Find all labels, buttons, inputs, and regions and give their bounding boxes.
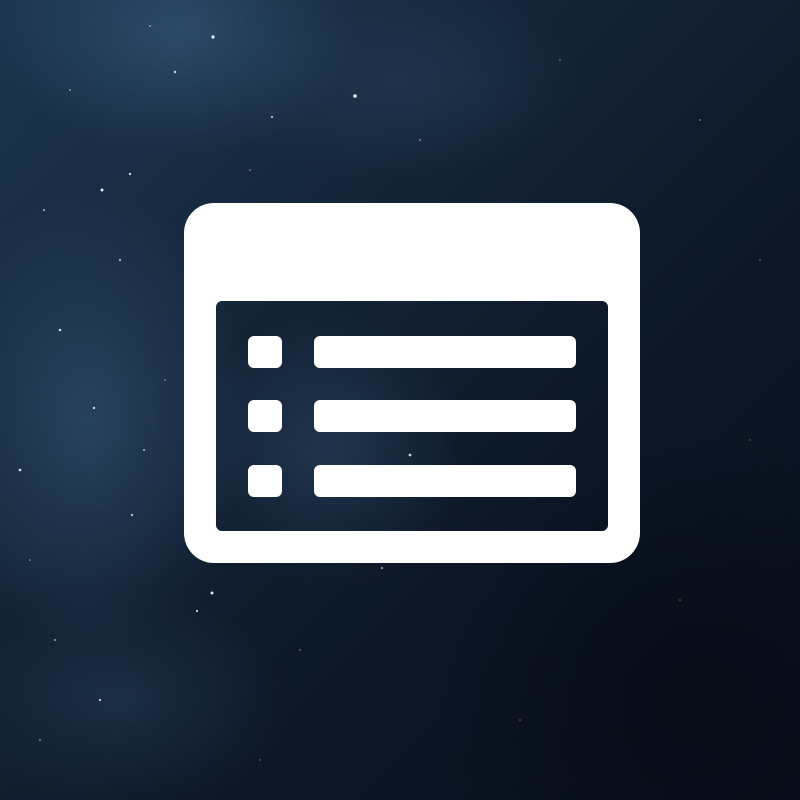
list-window-icon	[184, 203, 640, 563]
list-bullet	[248, 400, 282, 432]
list-rows	[248, 336, 576, 497]
window-frame	[184, 203, 640, 563]
list-line	[314, 400, 576, 432]
wallpaper-canvas	[0, 0, 800, 800]
list-line	[314, 336, 576, 368]
list-bullet	[248, 465, 282, 497]
list-bullet	[248, 336, 282, 368]
list-line	[314, 465, 576, 497]
